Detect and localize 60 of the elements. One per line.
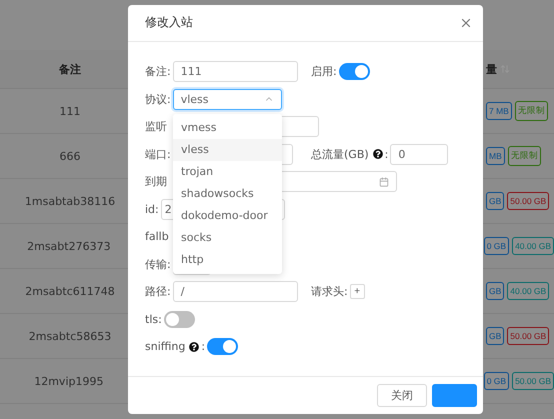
field-label: 协议: [145,92,171,106]
column-header: 备注 [59,62,81,76]
field-label: 到期 [145,174,167,189]
traffic-tag: 0 GB [484,237,510,255]
dropdown-option[interactable]: trojan [173,160,282,183]
field-label: 备注: [145,64,171,79]
field-label: sniffing [145,340,186,353]
field-label: id: [145,202,159,216]
limit-tag: 50.00 GB [507,327,550,345]
protocol-select[interactable]: vless [172,88,282,110]
traffic-tag: GB [486,192,504,210]
dropdown-option[interactable]: dokodemo-door [173,204,282,227]
field-label: 传输: [145,256,171,272]
table-cell: 2msabtc58653 [28,330,112,342]
calendar-icon [379,176,389,186]
field-label: : [384,148,388,160]
field-label: 监听 [145,119,167,134]
toggle-switch[interactable] [164,310,195,328]
dropdown-option[interactable]: shadowsocks [173,182,282,205]
traffic-tag: GB [486,282,504,300]
field-label: 路径: [145,284,171,299]
limit-tag: 50.00 GB [507,192,550,210]
input-field[interactable]: 111 [172,61,298,82]
limit-tag: 40.00 GB [507,282,550,300]
primary-button[interactable] [432,384,477,408]
table-cell: 2msabtc611748 [25,284,115,298]
table-cell: 666 [60,150,80,162]
field-label: 请求头: [311,284,348,299]
field-label: 启用: [311,64,337,79]
field-label: fallb [145,230,169,243]
dropdown-option[interactable]: vmess [173,116,282,139]
dropdown-option[interactable]: vless [173,138,282,161]
limit-tag: 50.00 GB [512,372,554,390]
table-cell: 2msabt276373 [27,240,111,252]
field-label: : [201,340,206,353]
limit-tag: 无限制 [514,101,548,121]
input-field[interactable]: / [172,281,298,302]
limit-tag: 无限制 [508,146,541,166]
field-label: 端口: [145,146,171,162]
dropdown-option[interactable]: socks [173,226,282,249]
traffic-tag: 7 MB [486,102,512,120]
dropdown-option[interactable]: http [173,248,282,271]
field-label: tls: [145,312,162,326]
close-button[interactable]: 关闭 [377,384,427,408]
table-cell: 111 [60,104,80,118]
column-header: 量 [486,62,497,76]
help-icon [189,342,200,352]
limit-tag: 40.00 GB [512,237,554,255]
table-cell: 12mvip1995 [34,374,104,388]
input-field[interactable]: 0 [390,144,448,164]
table-cell: 1msabtab38116 [24,194,116,208]
traffic-tag: MB [486,147,505,165]
dialog-title: 修改入站 [145,14,193,32]
toggle-switch[interactable] [207,338,238,355]
toggle-switch[interactable] [338,63,370,80]
traffic-tag: 0 GB [484,372,510,390]
add-button[interactable]: + [350,284,365,299]
help-icon [372,149,383,159]
field-label: 总流量(GB) [311,146,369,162]
traffic-tag: GB [486,327,504,345]
